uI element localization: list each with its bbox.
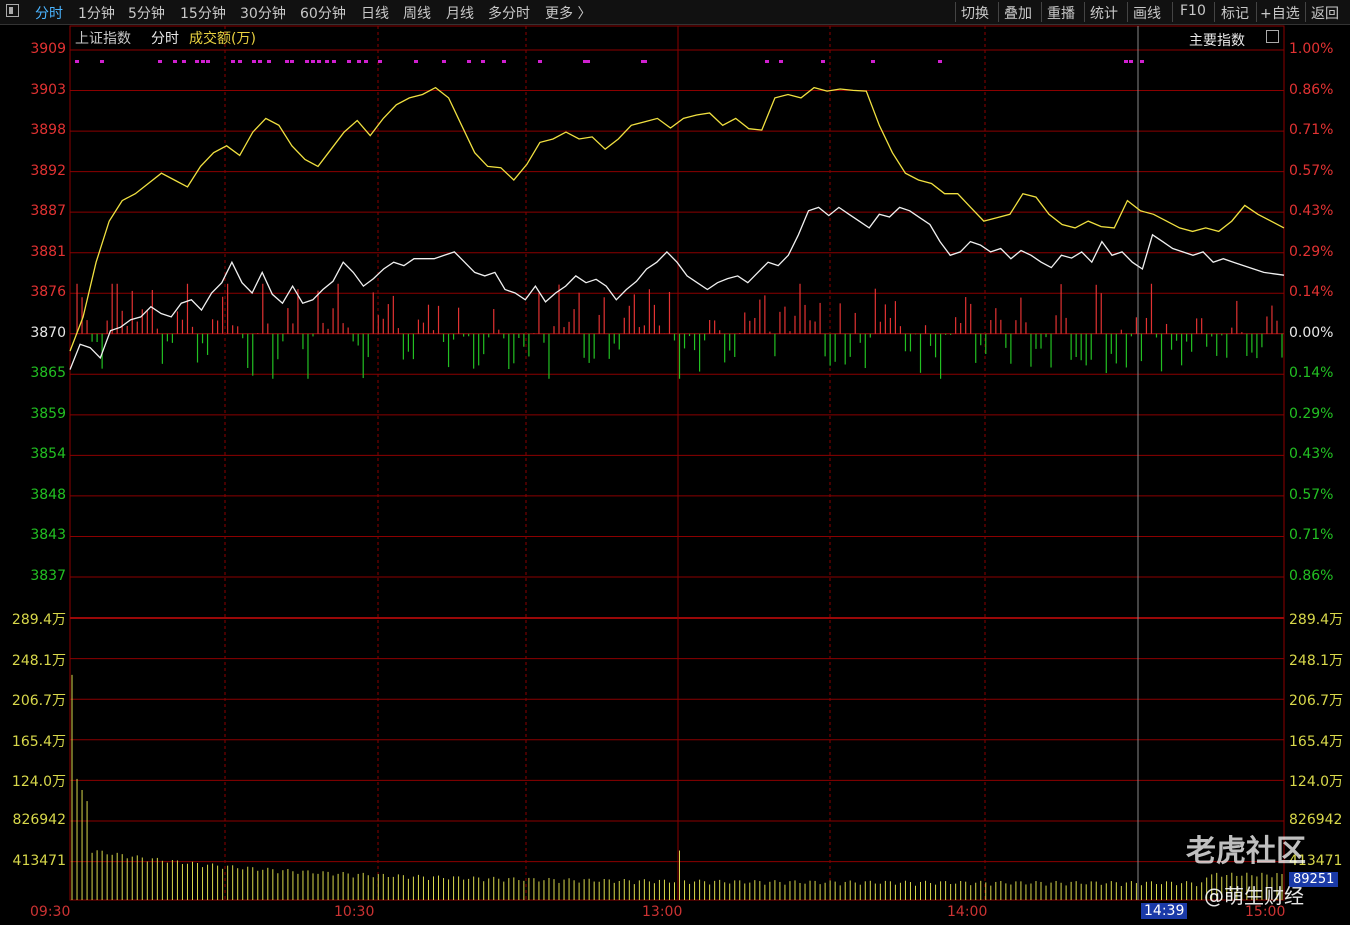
price-tick-label: 3865 — [30, 365, 66, 382]
signal-marker — [252, 60, 256, 63]
price-tick-label: 3876 — [30, 284, 66, 301]
signal-marker — [357, 60, 361, 63]
price-tick-label: 3898 — [30, 122, 66, 139]
signal-marker — [100, 60, 104, 63]
signal-marker — [378, 60, 382, 63]
signal-marker — [347, 60, 351, 63]
major-indices-label[interactable]: 主要指数 — [1189, 30, 1245, 50]
signal-marker — [311, 60, 315, 63]
signal-marker — [231, 60, 235, 63]
time-label: 13:00 — [642, 904, 683, 920]
price-tick-label: 3837 — [30, 568, 66, 584]
signal-marker — [871, 60, 875, 63]
intraday-chart[interactable] — [0, 0, 1350, 925]
price-tick-label: 3909 — [30, 41, 66, 57]
volume-tick-label: 248.1万 — [1289, 652, 1344, 669]
signal-marker — [258, 60, 262, 63]
chart-frame — [69, 25, 1285, 901]
signal-marker — [158, 60, 162, 63]
percent-tick-label: 0.57% — [1289, 162, 1334, 179]
volume-tick-label: 289.4万 — [11, 612, 66, 628]
signal-marker — [467, 60, 471, 63]
signal-marker — [285, 60, 289, 63]
signal-marker — [414, 60, 418, 63]
percent-tick-label: 1.00% — [1289, 41, 1334, 57]
signal-marker — [481, 60, 485, 63]
signal-marker — [586, 60, 590, 63]
price-tick-label: 3887 — [30, 203, 66, 220]
indicator-label: 成交额(万) — [189, 31, 256, 47]
volume-tick-label: 248.1万 — [11, 652, 66, 669]
percent-tick-label: 0.43% — [1289, 446, 1334, 463]
percent-tick-label: 0.86% — [1289, 81, 1334, 98]
percent-tick-label: 0.57% — [1289, 486, 1334, 503]
panel-toggle-icon[interactable] — [1266, 30, 1279, 43]
percent-tick-label: 0.71% — [1289, 122, 1334, 139]
signal-marker — [821, 60, 825, 63]
volume-tick-label: 289.4万 — [1289, 612, 1344, 628]
percent-tick-label: 0.00% — [1289, 324, 1334, 341]
time-label: 10:30 — [334, 904, 375, 920]
signal-marker — [442, 60, 446, 63]
percent-tick-label: 0.29% — [1289, 243, 1334, 260]
signal-marker — [502, 60, 506, 63]
cursor-time-readout: 14:39 — [1141, 903, 1188, 919]
volume-tick-label: 413471 — [12, 852, 66, 869]
percent-tick-label: 0.29% — [1289, 405, 1334, 422]
price-tick-label: 3854 — [30, 446, 66, 463]
price-tick-label: 3881 — [30, 243, 66, 260]
volume-tick-label: 165.4万 — [11, 733, 66, 750]
signal-marker — [75, 60, 79, 63]
average-line — [69, 86, 1285, 352]
percent-tick-label: 0.14% — [1289, 365, 1334, 382]
signal-marker — [238, 60, 242, 63]
signal-marker — [779, 60, 783, 63]
price-tick-label: 3870 — [30, 324, 66, 341]
volume-tick-label: 165.4万 — [1289, 733, 1344, 750]
signal-marker — [173, 60, 177, 63]
signal-marker — [267, 60, 271, 63]
percent-tick-label: 0.14% — [1289, 284, 1334, 301]
signal-marker — [1140, 60, 1144, 63]
signal-marker — [1129, 60, 1133, 63]
signal-marker — [765, 60, 769, 63]
volume-tick-label: 124.0万 — [1289, 774, 1344, 791]
signal-marker — [538, 60, 542, 63]
time-label: 09:30 — [30, 904, 71, 920]
watermark-brand: 老虎社区 — [1186, 834, 1306, 869]
signal-marker — [305, 60, 309, 63]
percent-tick-label: 0.71% — [1289, 527, 1334, 544]
price-line — [69, 206, 1285, 370]
price-tick-label: 3892 — [30, 162, 66, 179]
signal-marker — [317, 60, 321, 63]
signal-marker — [364, 60, 368, 63]
signal-marker — [182, 60, 186, 63]
price-tick-label: 3848 — [30, 486, 66, 503]
signal-marker — [643, 60, 647, 63]
signal-marker — [1124, 60, 1128, 63]
signal-marker — [206, 60, 210, 63]
volume-tick-label: 206.7万 — [11, 693, 66, 710]
volume-tick-label: 124.0万 — [11, 774, 66, 791]
watermark-author: @萌生财经 — [1204, 884, 1304, 908]
volume-tick-label: 206.7万 — [1289, 693, 1344, 710]
signal-marker — [195, 60, 199, 63]
signal-marker — [290, 60, 294, 63]
mode-label: 分时 — [151, 31, 179, 47]
price-tick-label: 3903 — [30, 81, 66, 98]
volume-tick-label: 826942 — [12, 812, 66, 828]
signal-marker — [201, 60, 205, 63]
instrument-name: 上证指数 — [75, 31, 131, 47]
signal-marker — [325, 60, 329, 63]
price-tick-label: 3843 — [30, 527, 66, 544]
percent-tick-label: 0.86% — [1289, 568, 1334, 584]
percent-tick-label: 0.43% — [1289, 203, 1334, 220]
signal-marker — [938, 60, 942, 63]
time-label: 14:00 — [947, 904, 988, 920]
price-tick-label: 3859 — [30, 405, 66, 422]
signal-marker — [332, 60, 336, 63]
